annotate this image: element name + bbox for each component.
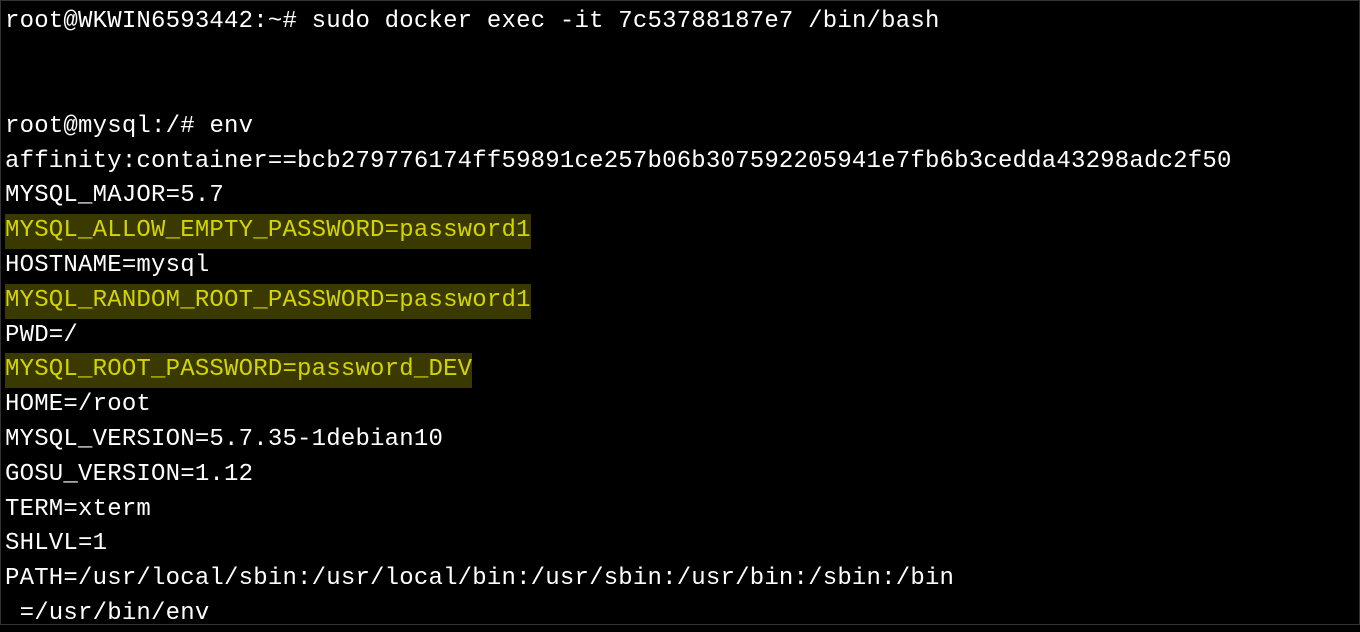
env-term: TERM=xterm: [5, 493, 1355, 528]
env-underscore: =/usr/bin/env: [5, 597, 1355, 632]
command-text-2: env: [209, 113, 253, 140]
env-home: HOME=/root: [5, 388, 1355, 423]
env-mysql-root-password: MYSQL_ROOT_PASSWORD=password_DEV: [5, 353, 472, 388]
env-mysql-root-password-line: MYSQL_ROOT_PASSWORD=password_DEV: [5, 353, 1355, 388]
env-mysql-random-root: MYSQL_RANDOM_ROOT_PASSWORD=password1: [5, 284, 531, 319]
env-pwd: PWD=/: [5, 319, 1355, 354]
output-spacer: [5, 40, 1355, 110]
env-affinity: affinity:container==bcb279776174ff59891c…: [5, 145, 1355, 180]
env-gosu-version: GOSU_VERSION=1.12: [5, 458, 1355, 493]
env-mysql-major: MYSQL_MAJOR=5.7: [5, 179, 1355, 214]
env-mysql-version: MYSQL_VERSION=5.7.35-1debian10: [5, 423, 1355, 458]
env-mysql-random-root-line: MYSQL_RANDOM_ROOT_PASSWORD=password1: [5, 284, 1355, 319]
command-line-2: root@mysql:/# env: [5, 110, 1355, 145]
command-line-1: root@WKWIN6593442:~# sudo docker exec -i…: [5, 5, 1355, 40]
env-mysql-allow-empty: MYSQL_ALLOW_EMPTY_PASSWORD=password1: [5, 214, 531, 249]
prompt-host-2: root@mysql:/#: [5, 113, 209, 140]
env-mysql-allow-empty-line: MYSQL_ALLOW_EMPTY_PASSWORD=password1: [5, 214, 1355, 249]
command-text-1: sudo docker exec -it 7c53788187e7 /bin/b…: [312, 8, 940, 35]
env-shlvl: SHLVL=1: [5, 527, 1355, 562]
prompt-host-1: root@WKWIN6593442:~#: [5, 8, 312, 35]
env-hostname: HOSTNAME=mysql: [5, 249, 1355, 284]
env-path: PATH=/usr/local/sbin:/usr/local/bin:/usr…: [5, 562, 1355, 597]
